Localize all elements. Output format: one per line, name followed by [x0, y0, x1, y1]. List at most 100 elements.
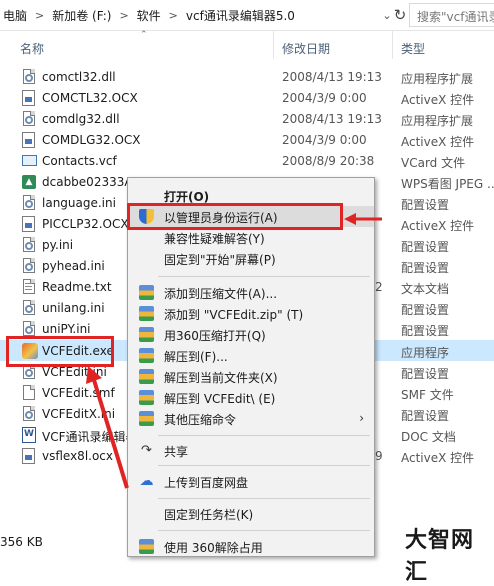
ocx-icon: [22, 215, 36, 232]
file-name: PICCLP32.OCX: [42, 217, 129, 231]
breadcrumb-current-folder[interactable]: vcf通讯录编辑器5.0: [183, 7, 298, 24]
file-type: 配置设置: [401, 324, 450, 338]
column-header-row: 名称 修改日期 类型: [0, 31, 494, 60]
breadcrumb-separator-icon: >: [119, 9, 129, 22]
file-type: 配置设置: [401, 367, 450, 381]
menu-item-share[interactable]: ↷ 共享: [130, 440, 374, 461]
ini-icon: [22, 194, 36, 211]
column-header-type[interactable]: 类型: [401, 40, 425, 57]
file-type: WPS看图 JPEG ...: [401, 177, 494, 191]
ocx-icon: [22, 89, 36, 106]
archive-icon: [139, 348, 154, 363]
context-menu: 打开(O) 以管理员身份运行(A) 兼容性疑难解答(Y) 固定到"开始"屏幕(P…: [127, 177, 375, 557]
breadcrumb-software[interactable]: 软件: [134, 7, 164, 24]
sort-ascending-icon: ⌃: [140, 30, 148, 40]
breadcrumb-separator-icon: >: [35, 9, 45, 22]
gear-doc-icon: [22, 68, 36, 85]
file-type: 配置设置: [401, 198, 450, 212]
highlight-box-vcfedit-exe: [6, 336, 114, 367]
ini-icon: [22, 299, 36, 316]
column-divider[interactable]: [273, 31, 274, 59]
file-type: 配置设置: [401, 303, 450, 317]
file-name: comdlg32.dll: [42, 112, 120, 126]
ini-icon: [22, 320, 36, 337]
file-row[interactable]: comdlg32.dll 2008/4/13 19:13 应用程序扩展: [0, 108, 494, 129]
menu-item-other-commands[interactable]: 其他压缩命令 ›: [130, 408, 374, 429]
file-name: VCFEditX.ini: [42, 407, 116, 421]
file-type: 配置设置: [401, 261, 450, 275]
column-header-name[interactable]: 名称: [20, 40, 44, 57]
menu-item-extract-here[interactable]: 解压到当前文件夹(X): [130, 366, 374, 387]
file-date: 2004/3/9 0:00: [282, 91, 367, 105]
file-name: Readme.txt: [42, 280, 112, 294]
watermark-logo: 大智网汇: [405, 528, 475, 585]
file-name: COMDLG32.OCX: [42, 133, 141, 147]
file-type: 配置设置: [401, 409, 450, 423]
file-type: 配置设置: [401, 240, 450, 254]
address-bar[interactable]: 电脑 > 新加卷 (F:) > 软件 > vcf通讯录编辑器5.0 ⌄ ↻ 搜索…: [0, 0, 494, 31]
ini-icon: [22, 257, 36, 274]
baidu-cloud-icon: ☁: [139, 473, 154, 489]
menu-item-open-360zip[interactable]: 用360压缩打开(Q): [130, 324, 374, 345]
file-type: 文本文档: [401, 282, 450, 296]
file-name: py.ini: [42, 238, 74, 252]
breadcrumb-separator-icon: >: [168, 9, 178, 22]
menu-item-add-zip[interactable]: 添加到 "VCFEdit.zip" (T): [130, 303, 374, 324]
menu-item-add-archive[interactable]: 添加到压缩文件(A)...: [130, 282, 374, 303]
file-type: 应用程序: [401, 346, 450, 360]
file-name: language.ini: [42, 196, 116, 210]
breadcrumb-drive[interactable]: 新加卷 (F:): [49, 7, 114, 24]
search-input[interactable]: 搜索"vcf通讯录...: [409, 3, 494, 27]
file-name: uniPY.ini: [42, 322, 91, 336]
menu-separator: [158, 276, 370, 277]
file-row[interactable]: Contacts.vcf 2008/8/9 20:38 VCard 文件: [0, 150, 494, 171]
breadcrumb-this-pc[interactable]: 电脑: [0, 7, 30, 24]
archive-icon: [139, 285, 154, 300]
refresh-icon[interactable]: ↻: [391, 6, 409, 24]
360-unlock-icon: [139, 539, 154, 554]
menu-item-use-360[interactable]: 使用 360解除占用: [130, 536, 374, 557]
menu-item-upload-baidu[interactable]: ☁ 上传到百度网盘: [130, 471, 374, 492]
file-name: VCF通讯录编辑器: [42, 430, 138, 444]
status-size: 356 KB: [0, 535, 43, 549]
menu-separator: [158, 435, 370, 436]
file-name: dcabbe02333A: [42, 175, 133, 189]
breadcrumb: 电脑 > 新加卷 (F:) > 软件 > vcf通讯录编辑器5.0: [0, 0, 402, 31]
column-divider[interactable]: [392, 31, 393, 59]
file-type: 应用程序扩展: [401, 72, 474, 86]
file-date: 2: [375, 280, 383, 294]
file-type: 应用程序扩展: [401, 114, 474, 128]
archive-icon: [139, 411, 154, 426]
menu-item-pin-taskbar[interactable]: 固定到任务栏(K): [130, 503, 374, 524]
ocx-icon: [22, 447, 36, 464]
file-type: ActiveX 控件: [401, 135, 475, 149]
highlight-box-run-as-admin: [127, 203, 343, 230]
file-row[interactable]: COMDLG32.OCX 2004/3/9 0:00 ActiveX 控件: [0, 129, 494, 150]
menu-separator: [158, 498, 370, 499]
column-header-date[interactable]: 修改日期: [282, 40, 330, 57]
file-name: COMCTL32.OCX: [42, 91, 138, 105]
file-row[interactable]: comctl32.dll 2008/4/13 19:13 应用程序扩展: [0, 66, 494, 87]
file-date: 2008/8/9 20:38: [282, 154, 375, 168]
ocx-icon: [22, 131, 36, 148]
menu-item-extract-to[interactable]: 解压到(F)...: [130, 345, 374, 366]
file-row[interactable]: COMCTL32.OCX 2004/3/9 0:00 ActiveX 控件: [0, 87, 494, 108]
menu-item-pin-start[interactable]: 固定到"开始"屏幕(P): [130, 248, 374, 269]
archive-icon: [139, 327, 154, 342]
word-doc-icon: [22, 426, 36, 443]
file-name: Contacts.vcf: [42, 154, 117, 168]
menu-item-extract-folder[interactable]: 解压到 VCFEdit\ (E): [130, 387, 374, 408]
menu-item-compat[interactable]: 兼容性疑难解答(Y): [130, 227, 374, 248]
file-type: ActiveX 控件: [401, 451, 475, 465]
file-date: 2008/4/13 19:13: [282, 112, 382, 126]
file-date: 2004/3/9 0:00: [282, 133, 367, 147]
file-name: unilang.ini: [42, 301, 105, 315]
file-name: VCFEdit.smf: [42, 386, 115, 400]
archive-icon: [139, 306, 154, 321]
file-type: ActiveX 控件: [401, 93, 475, 107]
txt-icon: [22, 278, 36, 295]
ini-icon: [22, 405, 36, 422]
smf-icon: [22, 384, 36, 401]
file-type: VCard 文件: [401, 156, 466, 170]
file-type: DOC 文档: [401, 430, 456, 444]
